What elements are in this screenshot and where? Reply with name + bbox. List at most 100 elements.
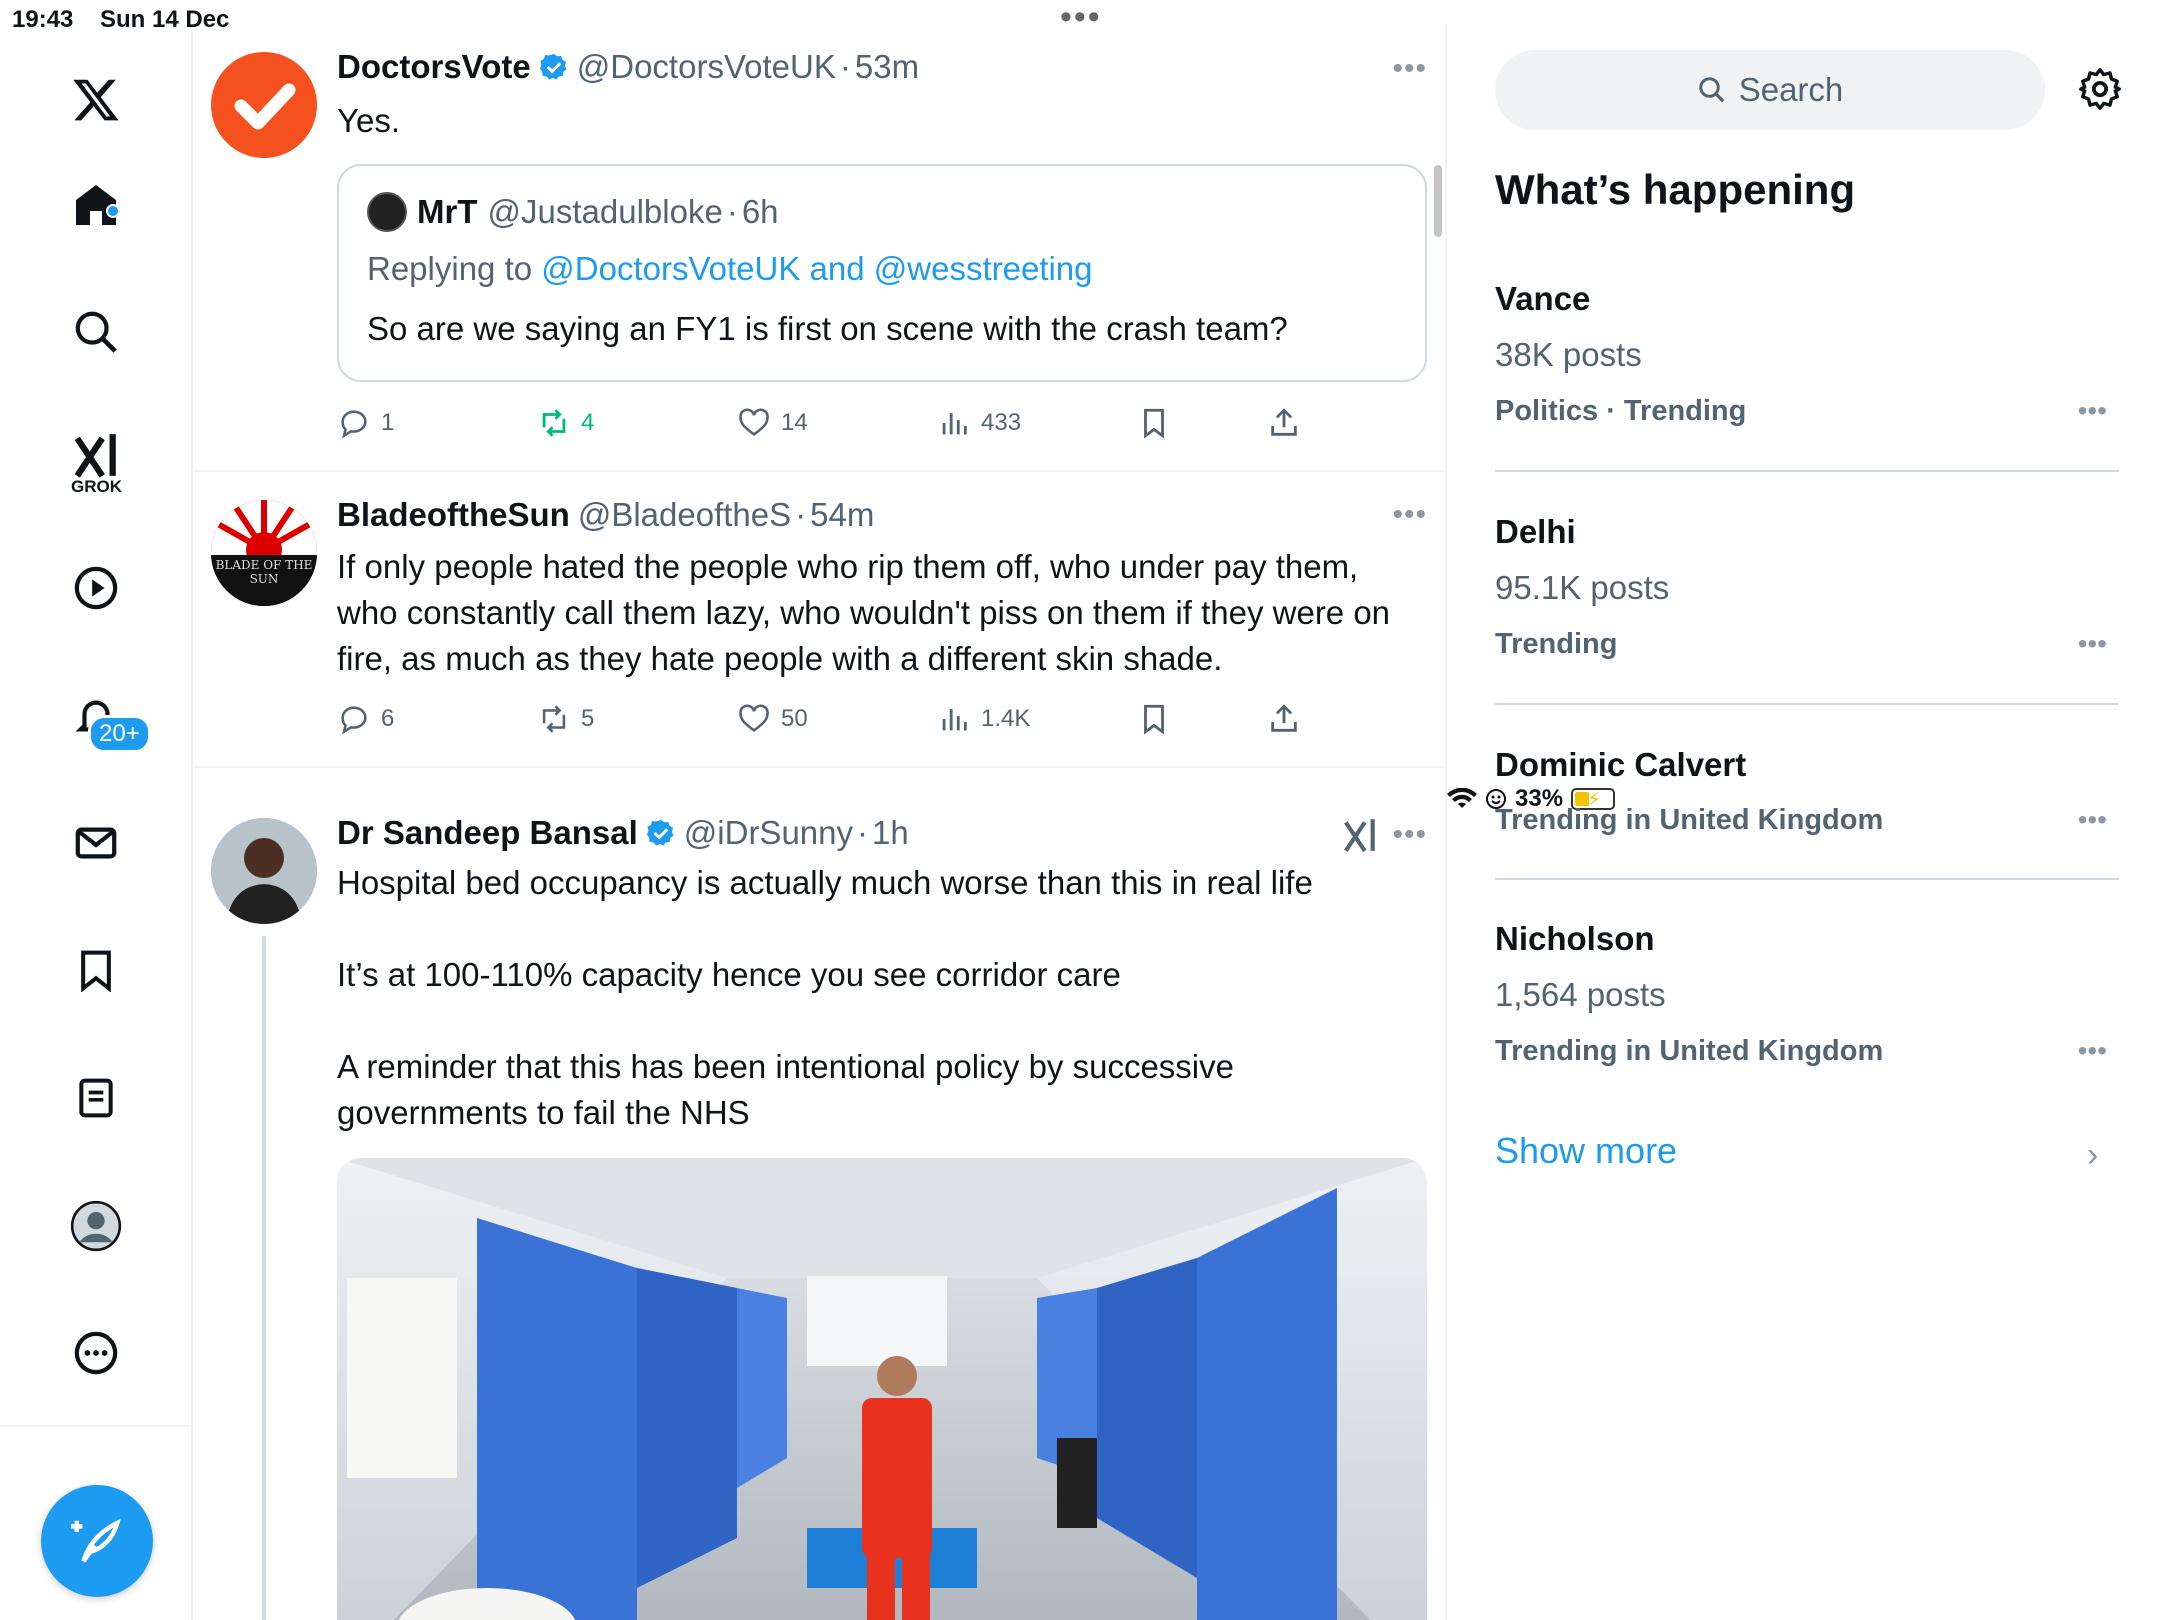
reply-count: 6 [381, 705, 395, 732]
heart-icon [739, 408, 769, 436]
timestamp[interactable]: 1h [872, 814, 909, 852]
right-sidebar: Search What’s happening Vance 38K posts … [1447, 30, 2160, 1620]
views-button[interactable]: 433 [937, 406, 1021, 440]
replying-to-links[interactable]: @DoctorsVoteUK and @wesstreeting [541, 250, 1092, 287]
tweet[interactable]: DoctorsVote @DoctorsVoteUK · 53m ••• Yes… [193, 24, 1447, 472]
trend-divider [1495, 878, 2119, 880]
trend-divider [1495, 470, 2119, 472]
doctorsvote-avatar[interactable] [211, 52, 317, 158]
share-button[interactable] [1267, 702, 1301, 736]
author-name[interactable]: BladeoftheSun [337, 496, 570, 534]
trend-more-button[interactable]: ••• [2078, 1035, 2107, 1067]
bookmark-button[interactable] [1137, 702, 1171, 736]
author-handle[interactable]: @iDrSunny [684, 814, 853, 852]
trend-item[interactable]: Vance 38K posts Politics · Trending ••• [1495, 280, 2119, 485]
x-logo-icon[interactable] [56, 60, 136, 140]
author-handle[interactable]: @BladeoftheS [578, 496, 791, 534]
reply-button[interactable]: 6 [337, 702, 394, 736]
repost-icon [542, 409, 566, 437]
tweet-text: Hospital bed occupancy is actually much … [337, 864, 1313, 1131]
trend-more-button[interactable]: ••• [2078, 804, 2107, 836]
timestamp[interactable]: 54m [810, 496, 874, 534]
search-placeholder: Search [1738, 71, 1844, 108]
home-icon[interactable] [56, 165, 136, 245]
drsandeepbansal-avatar[interactable] [211, 818, 317, 924]
more-options-icon[interactable] [56, 1313, 136, 1393]
grok-label: GROK [71, 477, 122, 496]
repost-button[interactable]: 4 [537, 406, 594, 440]
views-button[interactable]: 1.4K [937, 702, 1030, 736]
chevron-right-icon[interactable]: › [2087, 1136, 2098, 1175]
trend-item[interactable]: Nicholson 1,564 posts Trending in United… [1495, 920, 2119, 1100]
show-more-link[interactable]: Show more [1495, 1130, 1677, 1172]
thread-connector-line [262, 936, 266, 1620]
reply-icon [341, 706, 367, 735]
search-input[interactable]: Search [1495, 50, 2045, 130]
tweet-media-image[interactable] [337, 1158, 1427, 1620]
trend-topic: Delhi [1495, 513, 1576, 550]
avatar-text: BLADE OF THE SUN [215, 558, 313, 586]
like-button[interactable]: 50 [737, 702, 808, 736]
bookmark-icon [1144, 408, 1164, 439]
compose-feather-icon [71, 1518, 121, 1563]
quoted-tweet[interactable]: MrT @Justadulbloke · 6h Replying to @Doc… [337, 164, 1427, 382]
trend-topic: Nicholson [1495, 920, 1655, 957]
left-navigation: GROK 20+ [0, 30, 193, 1620]
trend-more-button[interactable]: ••• [2078, 395, 2107, 427]
replying-to: Replying to @DoctorsVoteUK and @wesstree… [367, 250, 1093, 287]
grok-explain-icon[interactable] [1341, 816, 1379, 859]
trend-topic: Vance [1495, 280, 1591, 317]
reply-button[interactable]: 1 [337, 406, 394, 440]
rising-sun-image [211, 500, 317, 606]
trend-category: Trending [1495, 628, 1618, 660]
timeline-feed: DoctorsVote @DoctorsVoteUK · 53m ••• Yes… [193, 24, 1447, 1620]
search-icon[interactable] [56, 292, 136, 372]
tweet[interactable]: Dr Sandeep Bansal @iDrSunny · 1h ••• Hos… [193, 768, 1447, 1620]
author-name[interactable]: Dr Sandeep Bansal [337, 814, 638, 852]
repost-icon [542, 705, 566, 733]
share-icon [1271, 704, 1297, 732]
views-count: 433 [981, 409, 1022, 436]
bookmarks-icon[interactable] [56, 930, 136, 1010]
like-count: 50 [781, 705, 808, 732]
views-count: 1.4K [981, 705, 1031, 732]
profile-avatar-icon[interactable] [56, 1186, 136, 1266]
profile-photo [211, 818, 317, 924]
feed-scrollbar[interactable] [1434, 165, 1442, 237]
quoted-author-handle: @Justadulbloke [487, 193, 723, 230]
lists-icon[interactable] [56, 1058, 136, 1138]
tweet-more-button[interactable]: ••• [1392, 498, 1427, 532]
video-icon[interactable] [56, 548, 136, 628]
trend-category: Trending in United Kingdom [1495, 804, 1884, 836]
views-icon [942, 413, 967, 435]
trend-category: Politics · Trending [1495, 395, 1747, 427]
reply-icon [341, 410, 367, 439]
author-handle[interactable]: @DoctorsVoteUK [577, 48, 836, 86]
tweet-more-button[interactable]: ••• [1392, 818, 1427, 852]
share-button[interactable] [1267, 406, 1301, 440]
settings-gear-icon[interactable] [2077, 66, 2123, 112]
repost-button[interactable]: 5 [537, 702, 594, 736]
trend-more-button[interactable]: ••• [2078, 628, 2107, 660]
compose-post-button[interactable] [41, 1485, 153, 1597]
notifications-badge: 20+ [88, 715, 151, 753]
bookmark-icon [1144, 704, 1164, 735]
trend-topic: Dominic Calvert [1495, 746, 1747, 783]
timestamp[interactable]: 53m [855, 48, 919, 86]
trend-post-count: 95.1K posts [1495, 569, 1670, 606]
search-icon [1698, 77, 1725, 103]
quoted-author-name: MrT [417, 193, 478, 230]
like-button[interactable]: 14 [737, 406, 808, 440]
repost-count: 5 [581, 705, 595, 732]
like-count: 14 [781, 409, 808, 436]
trend-item[interactable]: Dominic Calvert Trending in United Kingd… [1495, 746, 2119, 896]
tweet[interactable]: BLADE OF THE SUN BladeoftheSun @Bladeoft… [193, 472, 1447, 768]
bladeofthesun-avatar[interactable]: BLADE OF THE SUN [211, 500, 317, 606]
author-name[interactable]: DoctorsVote [337, 48, 531, 86]
mrt-avatar [367, 192, 407, 232]
bookmark-button[interactable] [1137, 406, 1171, 440]
messages-icon[interactable] [56, 803, 136, 883]
checkmark-icon [234, 83, 296, 130]
trend-item[interactable]: Delhi 95.1K posts Trending ••• [1495, 513, 2119, 718]
tweet-more-button[interactable]: ••• [1392, 52, 1427, 86]
